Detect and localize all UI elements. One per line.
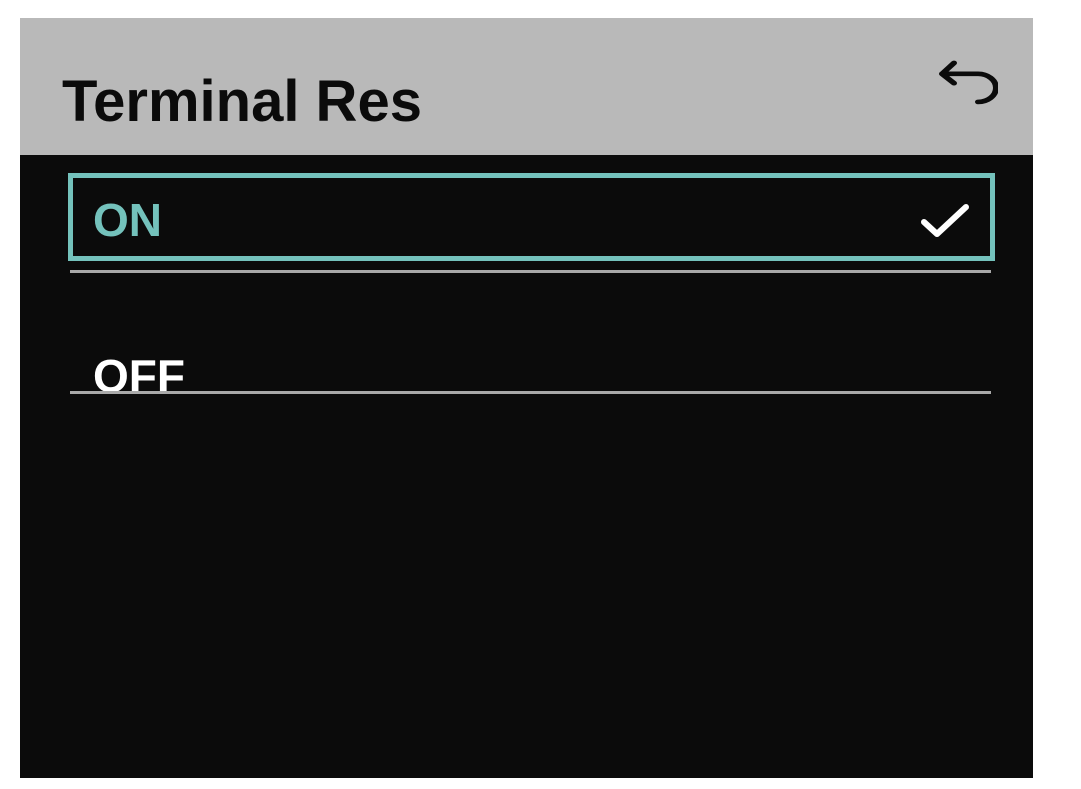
back-arrow-icon	[926, 54, 998, 118]
page-title: Terminal Res	[62, 69, 422, 134]
option-off-label: OFF	[93, 350, 185, 402]
divider	[70, 270, 991, 273]
option-off[interactable]: OFF	[68, 276, 995, 402]
divider	[70, 391, 991, 394]
option-on[interactable]: ON	[68, 173, 995, 261]
option-on-label: ON	[93, 194, 162, 246]
header-bar: Terminal Res	[20, 18, 1033, 155]
checkmark-icon	[920, 202, 970, 242]
device-screen: Terminal Res ON OFF	[20, 18, 1033, 778]
back-button[interactable]	[926, 54, 998, 118]
